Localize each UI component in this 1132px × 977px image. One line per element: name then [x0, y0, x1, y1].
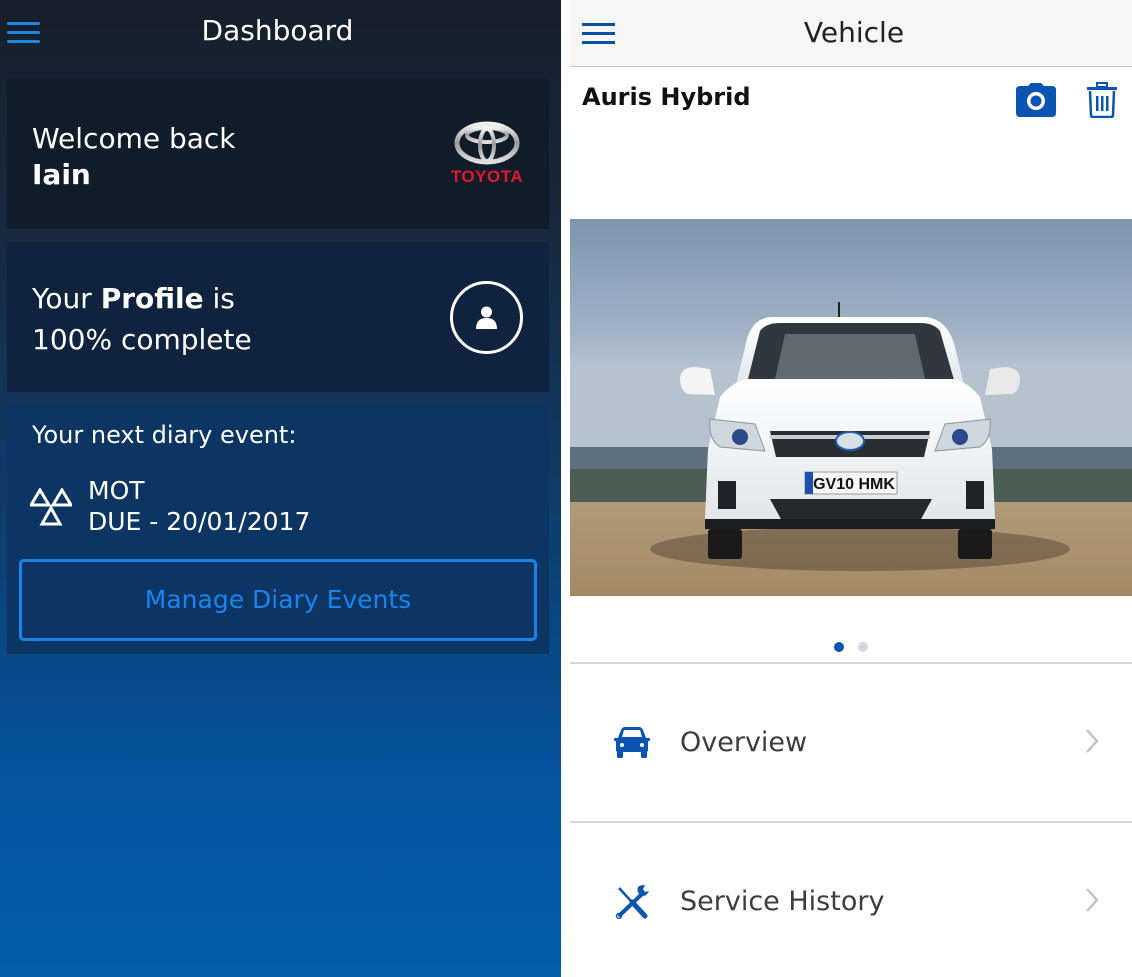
menu-item-label: Service History	[680, 886, 885, 917]
diary-heading: Your next diary event:	[32, 421, 297, 449]
carousel-dot-1[interactable]	[834, 642, 844, 652]
vehicle-photo: GV10 HMK	[570, 219, 1132, 596]
diary-event: MOT DUE - 20/01/2017	[88, 475, 310, 537]
profile-button[interactable]	[450, 281, 523, 354]
toyota-emblem-icon	[454, 121, 520, 165]
dashboard-header: Dashboard	[0, 0, 561, 66]
profile-status: Your Profile is 100% complete	[32, 278, 252, 360]
menu-item-service-history[interactable]: Service History	[570, 823, 1132, 977]
profile-suffix: is	[203, 282, 235, 315]
car-icon	[614, 727, 650, 758]
brand-wordmark: TOYOTA	[450, 167, 524, 186]
welcome-card: Welcome back Iain TOYOTA	[7, 79, 549, 229]
tools-icon	[615, 885, 649, 919]
chevron-right-icon	[1086, 888, 1099, 912]
page-title: Dashboard	[201, 14, 354, 47]
event-due-date: DUE - 20/01/2017	[88, 507, 311, 536]
camera-icon	[1016, 83, 1056, 117]
profile-card[interactable]: Your Profile is 100% complete	[7, 242, 549, 392]
profile-completion: 100% complete	[32, 323, 252, 356]
mot-triangles-icon	[30, 488, 72, 526]
chevron-right-icon	[1086, 729, 1099, 753]
welcome-message: Welcome back Iain	[32, 121, 236, 193]
vehicle-name: Auris Hybrid	[582, 83, 751, 111]
event-name: MOT	[88, 476, 145, 505]
toyota-logo: TOYOTA	[447, 121, 527, 189]
welcome-greeting: Welcome back	[32, 122, 236, 155]
profile-emphasis: Profile	[100, 282, 204, 315]
vehicle-screen: Vehicle Auris Hybrid GV10 HMK Overview S…	[570, 0, 1132, 977]
manage-diary-events-button[interactable]: Manage Diary Events	[19, 559, 537, 641]
license-plate: GV10 HMK	[813, 476, 895, 493]
diary-card: Your next diary event: MOT DUE - 20/01/2…	[7, 405, 549, 654]
carousel-dot-2[interactable]	[858, 642, 868, 652]
vehicle-header: Vehicle	[570, 0, 1132, 67]
delete-button[interactable]	[1086, 82, 1118, 119]
profile-prefix: Your	[32, 282, 101, 315]
camera-button[interactable]	[1016, 83, 1056, 117]
carousel-pagination	[570, 642, 1132, 654]
vehicle-photo-carousel[interactable]: GV10 HMK	[570, 219, 1132, 596]
user-icon	[476, 306, 497, 329]
dashboard-screen: Dashboard Welcome back Iain TOYOTA Your …	[0, 0, 561, 977]
menu-item-label: Overview	[680, 727, 808, 758]
trash-icon	[1087, 82, 1117, 119]
menu-item-overview[interactable]: Overview	[570, 664, 1132, 821]
user-name: Iain	[32, 158, 91, 191]
page-title: Vehicle	[803, 16, 905, 49]
